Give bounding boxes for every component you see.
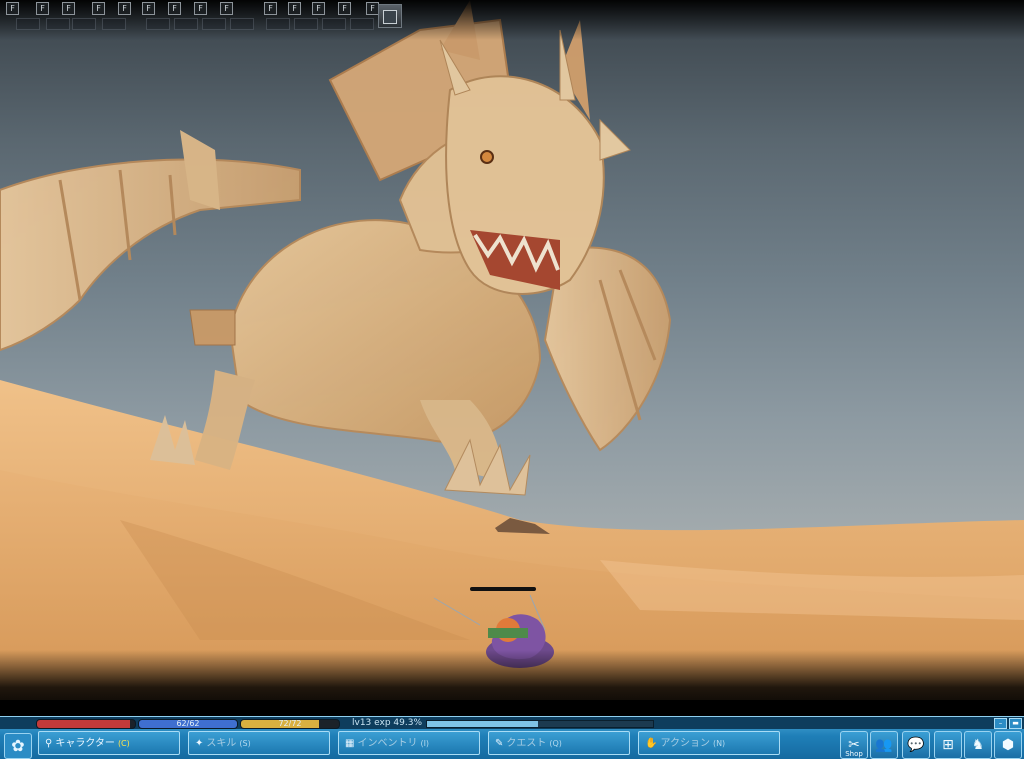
status-hud: 62/62 72/72 lv13 exp 49.3% – ▬ ✿ ⚲ キャラクター… [0,716,1024,759]
stamina-bar: 72/72 [240,719,340,729]
menu-button-hotkey: (C) [117,739,130,748]
menu-button-1[interactable]: ⚲ キャラクター (C) [38,731,180,755]
quickslot-13[interactable]: F [338,2,351,15]
menu-button-label: アクション [660,738,710,749]
quickslot-lower-8[interactable] [230,18,254,30]
close-button[interactable]: ▬ [1009,718,1022,729]
quickslot-lower-4[interactable] [102,18,126,30]
world-scene [0,0,1024,700]
quickslot-6[interactable]: F [142,2,155,15]
quickslot-11[interactable]: F [288,2,301,15]
quickslot-8[interactable]: F [194,2,207,15]
menu-button-label: スキル [206,738,237,749]
party-icon: 👥 [875,737,893,753]
menu-button-label: クエスト [506,738,547,749]
menu-icon: ✿ [11,736,25,755]
quickslot-lower-2[interactable] [46,18,70,30]
stamina-text: 72/72 [278,719,302,728]
bottom-vignette [0,650,1024,718]
quickslot-lower-9[interactable] [266,18,290,30]
menu-button-label: インベントリ [357,738,418,749]
quickslot-lower-5[interactable] [146,18,170,30]
exp-bar [426,720,654,728]
quickslot-lower-3[interactable] [72,18,96,30]
quickslot-7[interactable]: F [168,2,181,15]
menu-button-3[interactable]: ▦ インベントリ (I) [338,731,480,755]
quest-icon: ✎ [495,738,504,749]
menu-button-hotkey: (I) [420,739,430,748]
menu-button-4[interactable]: ✎ クエスト (Q) [488,731,630,755]
quickslot-lower-7[interactable] [202,18,226,30]
chat-icon: 💬 [907,737,925,753]
quickslot-lower-11[interactable] [322,18,346,30]
inventory-icon: ▦ [345,738,355,749]
chat-button[interactable]: 💬 [902,731,930,759]
shop-label: Shop [845,750,863,758]
party-button[interactable]: 👥 [870,731,898,759]
map-button[interactable]: ⊞ [934,731,962,759]
action-icon: ✋ [645,738,658,749]
menu-button-label: キャラクター [55,738,115,749]
quickslot-lower-6[interactable] [174,18,198,30]
status-row: 62/62 72/72 lv13 exp 49.3% – ▬ [0,717,1024,729]
quickslot-3[interactable]: F [62,2,75,15]
magnifier-icon: ⚲ [45,738,53,749]
menu-button-hotkey: (Q) [549,739,562,748]
skill-icon: ✦ [195,738,204,749]
minimize-button[interactable]: – [994,718,1007,729]
menu-button-hotkey: (S) [239,739,251,748]
main-menu-button[interactable]: ✿ [4,733,32,759]
menu-button-hotkey: (N) [712,739,726,748]
quickslot-12[interactable]: F [312,2,325,15]
quickslot-10[interactable]: F [264,2,277,15]
quickslot-9[interactable]: F [220,2,233,15]
mp-bar: 62/62 [138,719,238,729]
quickslot-lower-12[interactable] [350,18,374,30]
quickslot-extra-button[interactable] [378,4,402,28]
portrait-icon [383,10,397,24]
level-exp-text: lv13 exp 49.3% [352,718,423,728]
mp-text: 62/62 [176,719,200,728]
quickslot-5[interactable]: F [118,2,131,15]
hp-bar [36,719,136,729]
quickslot-1[interactable]: F [6,2,19,15]
guild-icon: ⬢ [1001,737,1015,753]
dragon-eye [480,150,494,164]
quickslot-2[interactable]: F [36,2,49,15]
quickslot-4[interactable]: F [92,2,105,15]
pet-button[interactable]: ♞ [964,731,992,759]
menu-button-2[interactable]: ✦ スキル (S) [188,731,330,755]
quickslot-lower-10[interactable] [294,18,318,30]
map-icon: ⊞ [942,737,954,753]
menu-button-5[interactable]: ✋ アクション (N) [638,731,780,755]
shop-button[interactable]: ✂ Shop [840,731,868,759]
pet-icon: ♞ [971,737,985,753]
quickslot-lower-1[interactable] [16,18,40,30]
game-viewport[interactable]: FFFFFFFFFFFFFF [0,0,1024,758]
guild-button[interactable]: ⬢ [994,731,1022,759]
